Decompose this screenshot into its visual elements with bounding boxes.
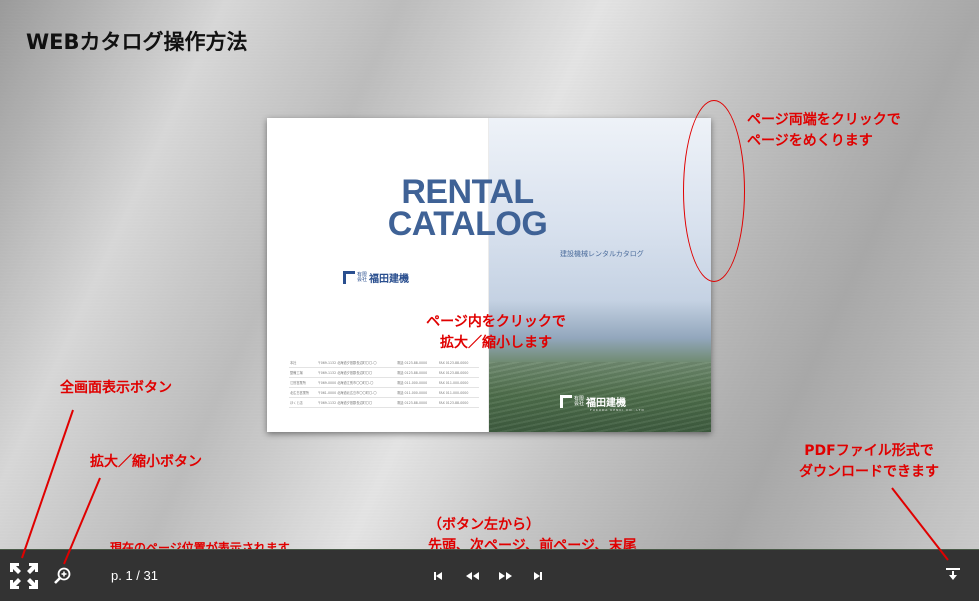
- download-icon: [946, 568, 960, 580]
- flip-note: ページ両端をクリックで ページをめくります: [747, 112, 901, 149]
- company-logo-left: 有限 会社 福田建機: [343, 270, 409, 285]
- company-mark-icon: [343, 271, 355, 284]
- company-type-2: 会社: [574, 400, 585, 407]
- table-row: ほくと店 〒069-1132 北海道夕張郡長沼町〇〇 電話 0123-88-0000…: [289, 397, 479, 408]
- fullscreen-button[interactable]: [8, 561, 40, 591]
- company-type-2: 会社: [357, 276, 368, 283]
- page-indicator: p. 1 / 31: [111, 568, 158, 583]
- last-page-button[interactable]: [530, 568, 546, 584]
- zoom-page-note: ページ内をクリックで 拡大／縮小します: [426, 314, 566, 351]
- page-edge-highlight: [683, 100, 745, 282]
- company-name: 福田建機: [586, 398, 627, 409]
- company-mark-icon: [560, 395, 572, 408]
- office-table: 本社 〒069-1132 北海道夕張郡長沼町〇〇-〇 電話 0123-88-0000…: [289, 358, 479, 408]
- rewind-button[interactable]: [462, 568, 482, 584]
- zoom-button-note: 拡大／縮小ボタン: [90, 454, 202, 470]
- fullscreen-note: 全画面表示ボタン: [60, 380, 172, 396]
- table-row: 整備工場 〒069-1132 北海道夕張郡長沼町〇〇 電話 0123-88-0000…: [289, 367, 479, 378]
- table-row: 北広島営業所 〒061-0000 北海道北広島市〇〇町〇-〇 電話 011-000-…: [289, 387, 479, 398]
- zoom-in-icon: [54, 567, 71, 584]
- page-title: WEBカタログ操作方法: [26, 30, 248, 54]
- fullscreen-icon: [10, 563, 38, 589]
- rewind-icon: [466, 572, 479, 580]
- pdf-note: PDFファイル形式で ダウンロードできます: [799, 443, 939, 480]
- download-pdf-button[interactable]: [943, 564, 963, 584]
- fast-forward-icon: [499, 572, 512, 580]
- company-logo-right: 有限 会社 福田建機: [560, 394, 626, 409]
- company-name: 福田建機: [369, 274, 410, 285]
- catalog-page-left[interactable]: 有限 会社 福田建機 本社 〒069-1132 北海道夕張郡長沼町〇〇-〇 電話 0…: [267, 118, 489, 432]
- first-page-button[interactable]: [430, 568, 446, 584]
- catalog-spread[interactable]: 有限 会社 福田建機 本社 〒069-1132 北海道夕張郡長沼町〇〇-〇 電話 0…: [267, 118, 711, 432]
- table-row: 江別営業所 〒069-0000 北海道江別市〇〇町〇-〇 電話 011-000-00…: [289, 377, 479, 388]
- catalog-subtitle: 建設機械レンタルカタログ: [560, 250, 644, 258]
- fullscreen-pointer-line: [21, 409, 74, 559]
- fast-forward-button[interactable]: [496, 568, 516, 584]
- company-name-en: FUKUDA KENKI CO.,LTD: [590, 408, 645, 412]
- last-page-icon: [534, 572, 542, 580]
- catalog-title: RENTAL CATALOG: [268, 173, 667, 243]
- zoom-button[interactable]: [50, 564, 74, 588]
- table-row: 本社 〒069-1132 北海道夕張郡長沼町〇〇-〇 電話 0123-88-0000…: [289, 358, 479, 368]
- catalog-title-line1: RENTAL: [401, 173, 534, 211]
- first-page-icon: [434, 572, 442, 580]
- catalog-title-line2: CATALOG: [387, 205, 548, 243]
- catalog-page-right[interactable]: [489, 118, 711, 432]
